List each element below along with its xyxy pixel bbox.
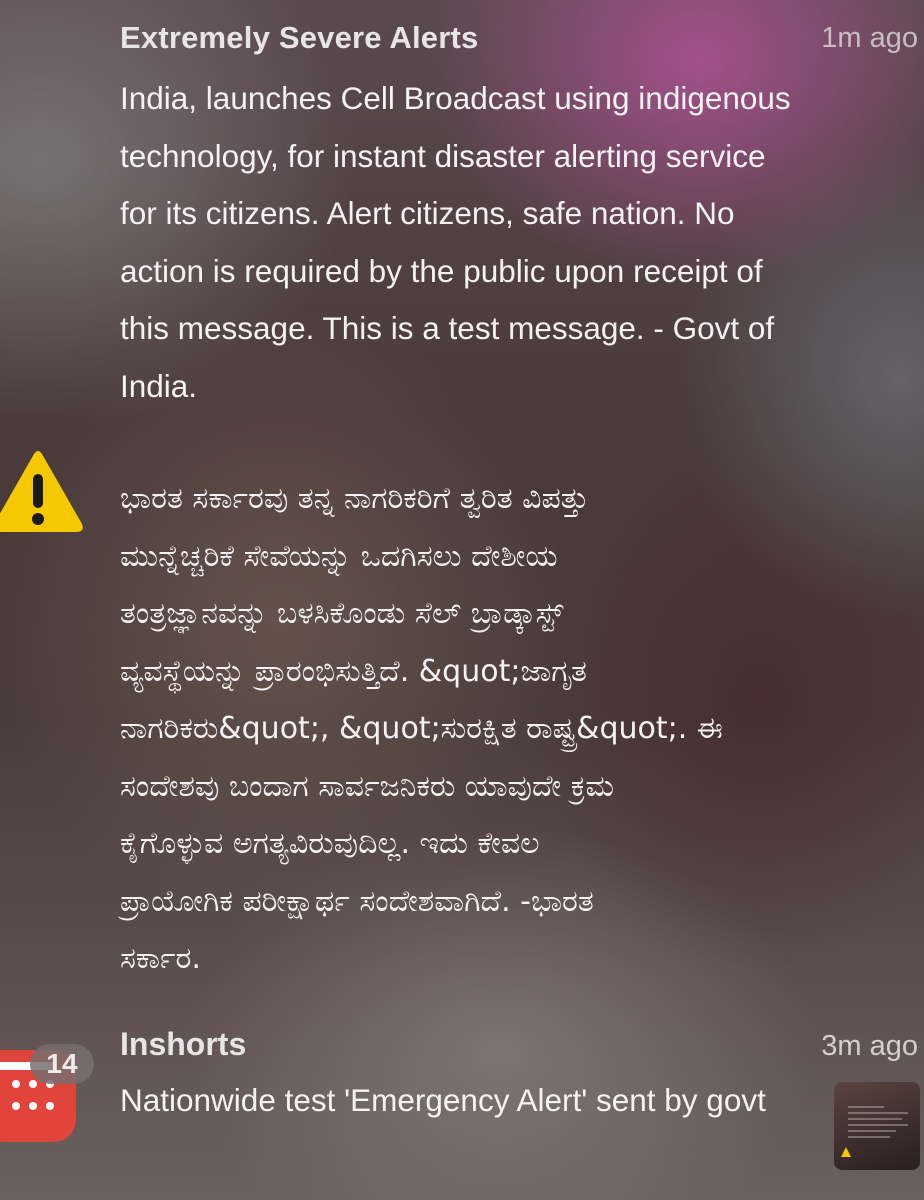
screenshot-thumbnail[interactable]	[834, 1082, 920, 1170]
inshorts-app-name: Inshorts	[120, 1026, 247, 1062]
calendar-dots	[12, 1080, 54, 1116]
warning-triangle-icon	[0, 451, 83, 532]
thumbnail-text-lines	[848, 1106, 908, 1142]
calendar-band	[0, 1062, 56, 1070]
extreme-alert-notification[interactable]: Extremely Severe Alerts 1m ago India, la…	[0, 0, 924, 1000]
calendar-app-icon	[0, 1050, 76, 1142]
notification-count-badge: 14	[30, 1044, 94, 1084]
alert-app-name: Extremely Severe Alerts	[120, 20, 479, 55]
inshorts-app-icon-wrap: 14	[0, 1044, 110, 1180]
inshorts-timestamp: 3m ago	[821, 1030, 918, 1062]
thumbnail-warning-icon	[841, 1147, 851, 1157]
alert-timestamp: 1m ago	[821, 22, 918, 54]
inshorts-text: Nationwide test 'Emergency Alert' sent b…	[120, 1082, 766, 1118]
alert-english-text: India, launches Cell Broadcast using ind…	[120, 80, 791, 404]
alert-kannada-text: ಭಾರತ ಸರ್ಕಾರವು ತನ್ನ ನಾಗರಿಕರಿಗೆ ತ್ವರಿತ ವಿಪ…	[120, 481, 723, 976]
